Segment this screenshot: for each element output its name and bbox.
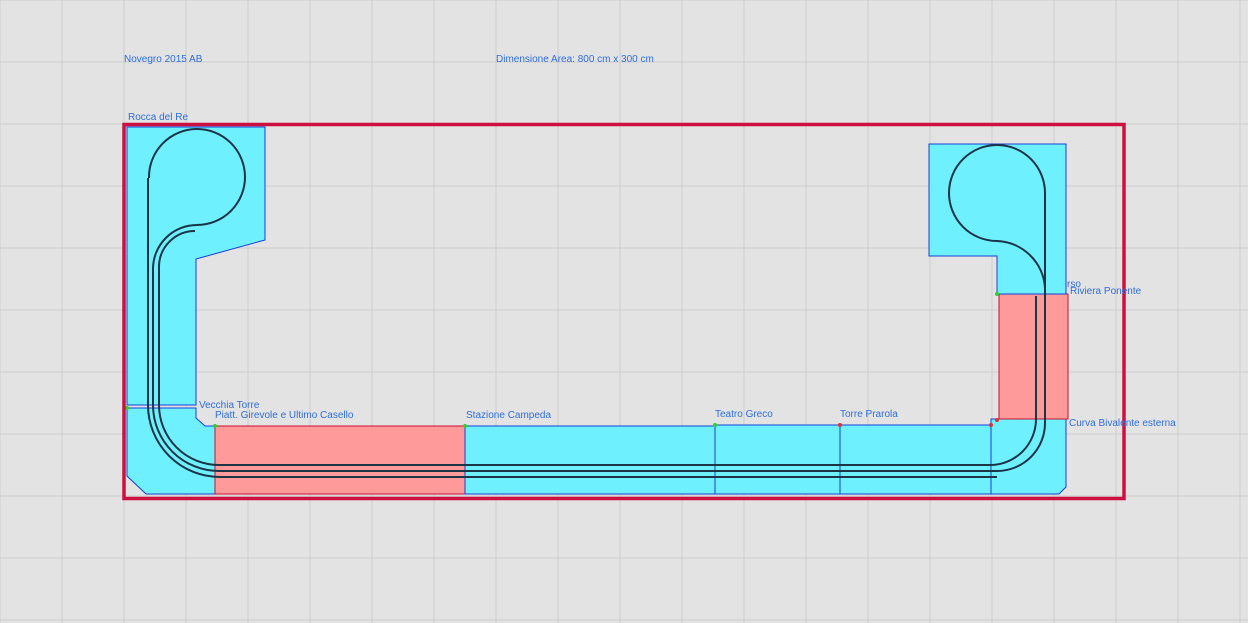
connector-node — [995, 292, 999, 296]
layout-title: Novegro 2015 AB — [124, 54, 203, 65]
connector-node — [713, 423, 717, 427]
connector-node — [463, 424, 467, 428]
label-piatt-girevole: Piatt. Girevole e Ultimo Casello — [215, 410, 354, 421]
module-curva-bivalente[interactable] — [990, 418, 1067, 495]
connector-node — [213, 424, 217, 428]
label-rocca-del-re: Rocca del Re — [128, 112, 188, 123]
connector-node — [995, 418, 999, 422]
label-curva-bivalente: Curva Bivalente esterna — [1069, 418, 1176, 429]
label-torre-prarola: Torre Prarola — [840, 409, 898, 420]
area-dimension: Dimensione Area: 800 cm x 300 cm — [496, 54, 654, 65]
module-piatt-girevole[interactable] — [214, 425, 466, 495]
connector-node — [838, 423, 842, 427]
module-teatro-greco[interactable] — [714, 424, 841, 495]
label-stazione-campeda: Stazione Campeda — [466, 410, 551, 421]
connector-node — [989, 423, 993, 427]
module-stazione-campeda[interactable] — [464, 425, 716, 495]
layout-canvas[interactable]: Novegro 2015 AB Dimensione Area: 800 cm … — [0, 0, 1248, 623]
label-riviera-ponente: Riviera Ponente — [1070, 286, 1142, 297]
module-torre-prarola[interactable] — [839, 424, 992, 495]
module-riviera-ponente[interactable] — [998, 293, 1069, 420]
label-teatro-greco: Teatro Greco — [715, 409, 773, 420]
